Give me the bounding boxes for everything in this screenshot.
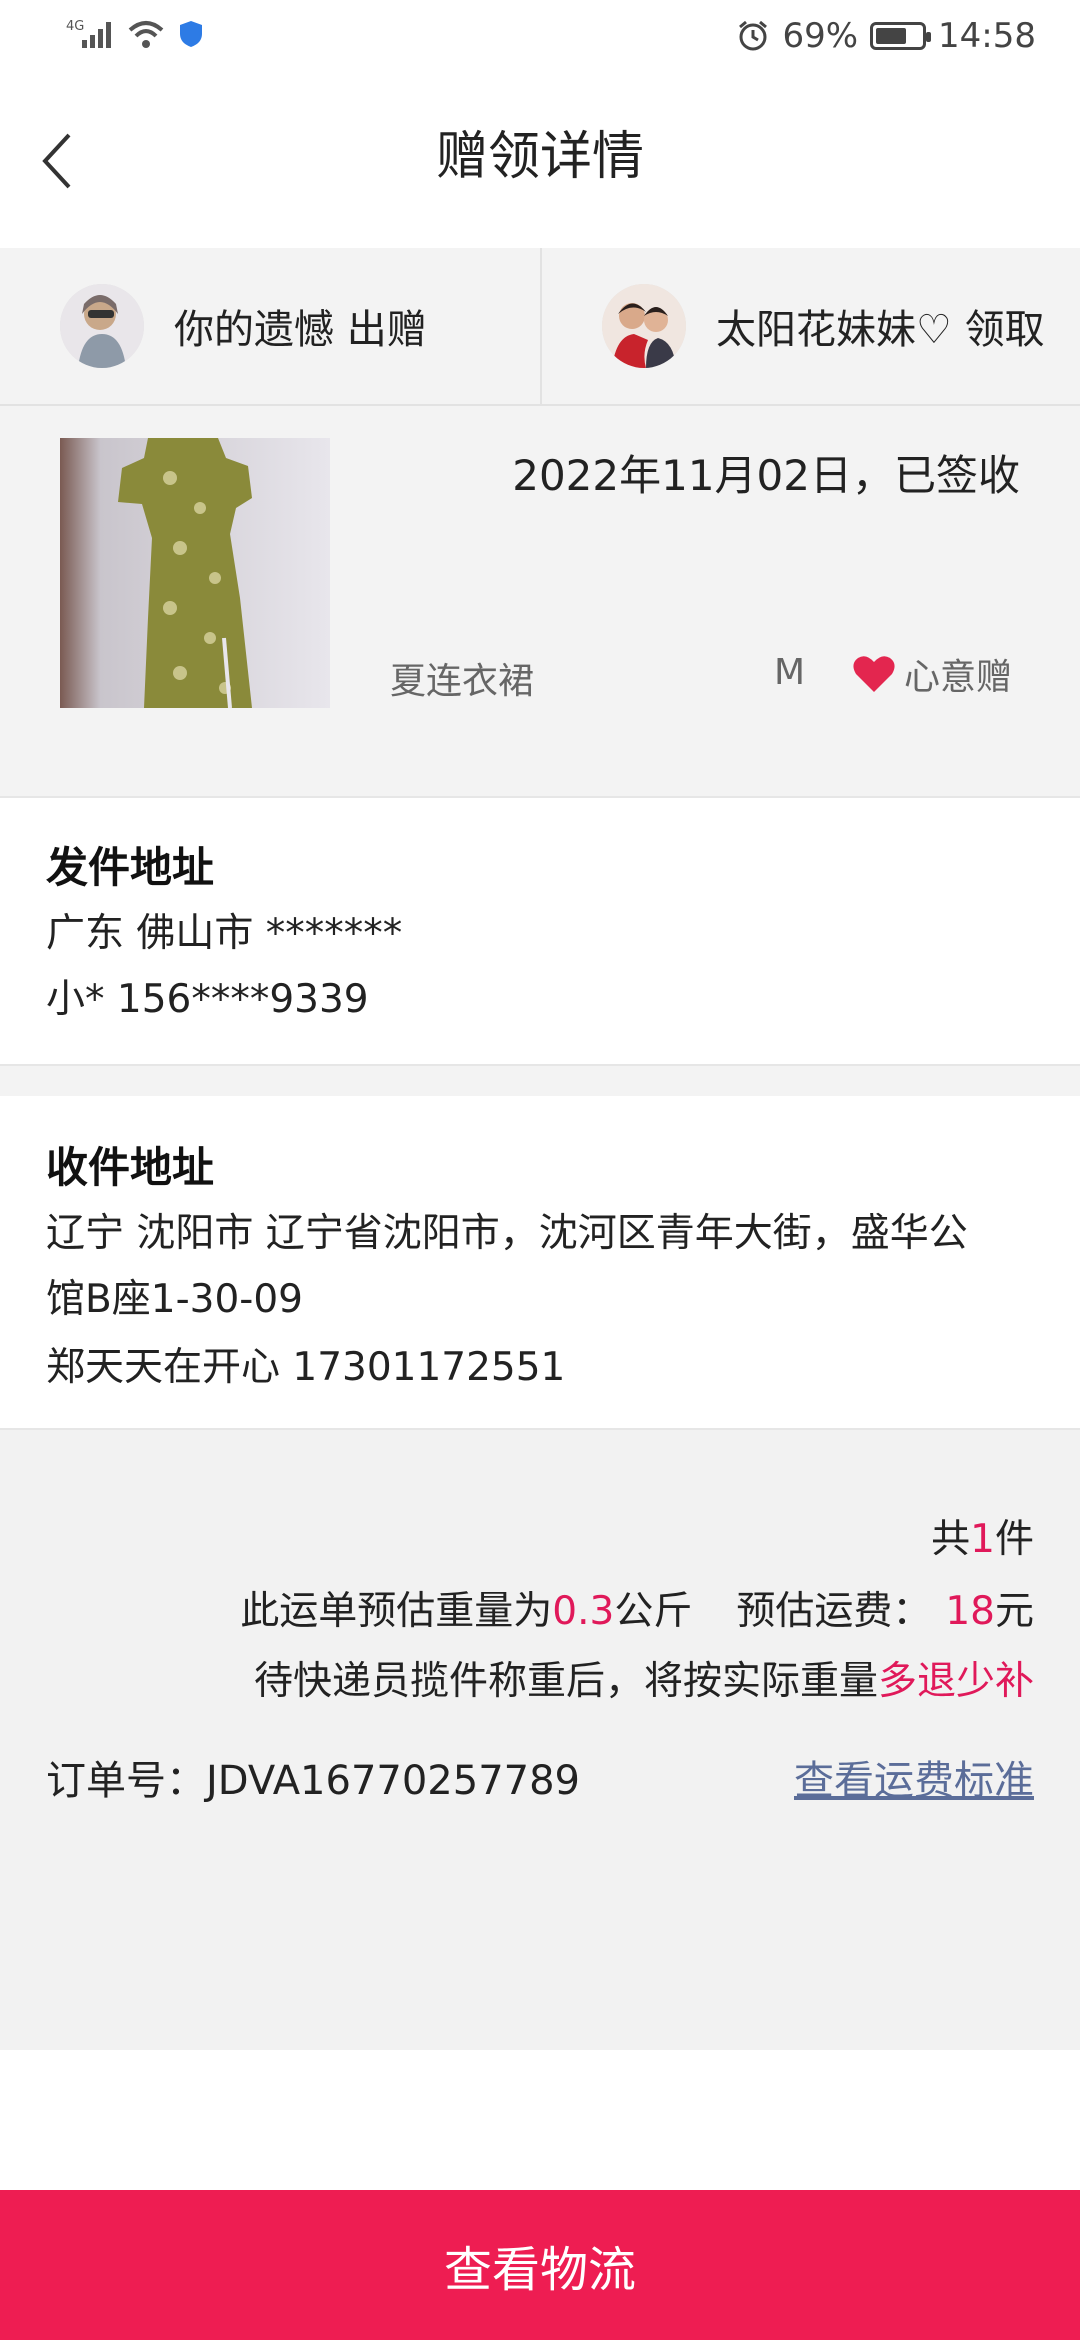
status-bar: 4G 69% 14:58 (0, 0, 1080, 76)
page-title: 赠领详情 (435, 127, 644, 187)
page-header: 赠领详情 (0, 76, 1080, 248)
shield-icon (180, 21, 202, 47)
item-size: M (774, 652, 806, 693)
sender-address-section: 发件地址 广东 佛山市 ******* 小* 156****9339 (0, 798, 1080, 1064)
alarm-icon (739, 20, 768, 51)
gift-label: 心意赠 (904, 657, 1013, 698)
weight-fee-line: 此运单预估重量为0.3公斤 预估运费： 18元 (240, 1580, 1034, 1636)
receiver-contact: 郑天天在开心 17301172551 (46, 1345, 566, 1390)
item-name: 夏连衣裙 (390, 661, 535, 702)
giver-avatar (60, 284, 144, 368)
weight-unit: 公斤 (614, 1589, 693, 1634)
receiver-address-line1: 辽宁 沈阳市 辽宁省沈阳市，沈河区青年大街，盛华公 (46, 1211, 968, 1256)
item-date-status: 2022年11月02日，已签收 (512, 451, 1020, 500)
item-card[interactable]: 2022年11月02日，已签收 夏连衣裙 M 心意赠 (0, 406, 1080, 798)
receiver-address-line2: 馆B座1-30-09 (46, 1277, 303, 1322)
clock-time: 14:58 (938, 16, 1036, 56)
sender-address-heading: 发件地址 (46, 843, 215, 892)
battery-percent: 69% (782, 16, 859, 56)
shipping-summary: 共1件 此运单预估重量为0.3公斤 预估运费： 18元 待快递员揽件称重后，将按实际… (0, 1428, 1080, 2050)
svg-text:4G: 4G (66, 19, 84, 34)
fee-label: 预估运费： (736, 1589, 932, 1634)
total-count-line: 共1件 (931, 1508, 1034, 1564)
receiver-label: 太阳花妹妹♡ 领取 (716, 307, 1045, 353)
heart-icon (853, 656, 895, 692)
view-logistics-button[interactable]: 查看物流 (0, 2190, 1080, 2340)
total-suffix: 件 (994, 1517, 1034, 1562)
note-highlight: 多退少补 (877, 1659, 1034, 1704)
sender-contact: 小* 156****9339 (46, 977, 369, 1022)
status-right: 69% 14:58 (736, 16, 1036, 56)
fee-standard-link[interactable]: 查看运费标准 (794, 1748, 1034, 1806)
battery-fill (876, 28, 907, 44)
participants-bar: 你的遗憾 出赠 太阳花妹妹♡ 领取 (0, 248, 1080, 406)
receiver-info[interactable]: 太阳花妹妹♡ 领取 (602, 248, 1045, 404)
item-thumbnail (60, 438, 330, 709)
giver-info[interactable]: 你的遗憾 出赠 (60, 248, 427, 404)
receiver-address-heading: 收件地址 (46, 1143, 215, 1192)
note-prefix: 待快递员揽件称重后，将按实际重量 (253, 1659, 878, 1704)
participants-divider (540, 248, 542, 404)
total-count: 1 (970, 1517, 995, 1562)
signal-icon: 4G (66, 19, 111, 48)
total-prefix: 共 (931, 1517, 971, 1562)
section-divider (0, 1064, 1080, 1098)
receiver-address-section: 收件地址 辽宁 沈阳市 辽宁省沈阳市，沈河区青年大街，盛华公 馆B座1-30-0… (0, 1096, 1080, 1426)
receiver-avatar (602, 284, 686, 368)
sender-address-region: 广东 佛山市 ******* (46, 911, 403, 956)
weight-value: 0.3 (552, 1589, 615, 1634)
status-left: 4G (62, 16, 204, 52)
weight-prefix: 此运单预估重量为 (240, 1589, 553, 1634)
giver-label: 你的遗憾 出赠 (174, 307, 427, 353)
wifi-icon (128, 21, 164, 48)
fee-unit: 元 (994, 1589, 1034, 1634)
order-number: 订单号：JDVA16770257789 (46, 1758, 581, 1804)
item-gift-type: 心意赠 (852, 648, 1012, 700)
weight-note-line: 待快递员揽件称重后，将按实际重量多退少补 (254, 1650, 1034, 1706)
battery-icon (870, 22, 932, 50)
fee-value: 18 (945, 1589, 995, 1634)
